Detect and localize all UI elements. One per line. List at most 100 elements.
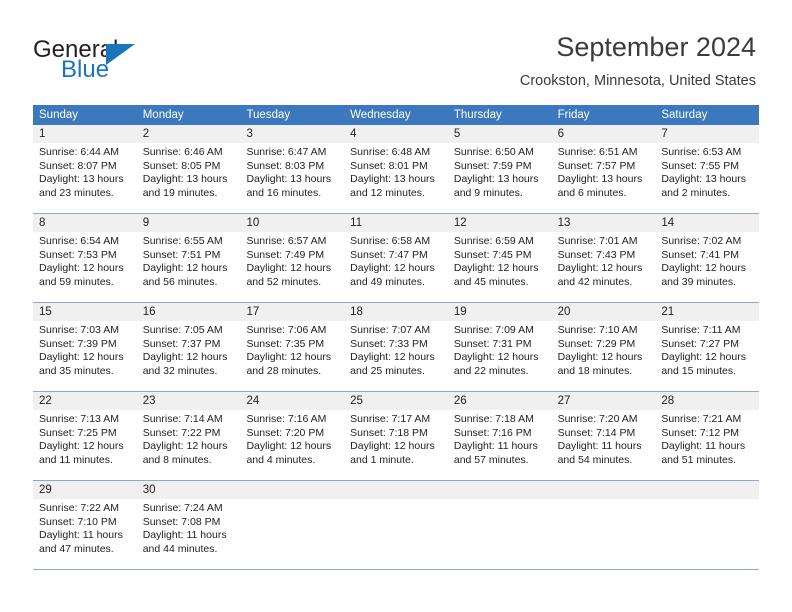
sunrise-text: Sunrise: 7:24 AM: [142, 502, 223, 514]
daylight-text-line1: Daylight: 13 hours: [453, 173, 539, 186]
daylight-text-line2: and 59 minutes.: [39, 275, 114, 288]
sunset-text: Sunset: 7:27 PM: [661, 337, 739, 350]
daylight-text-line2: and 2 minutes.: [661, 186, 731, 199]
day-number: 14: [661, 217, 675, 229]
daylight-text-line2: and 57 minutes.: [453, 453, 529, 466]
daylight-text-line1: Daylight: 12 hours: [350, 262, 435, 275]
sunrise-text: Sunrise: 6:51 AM: [557, 146, 638, 158]
sunset-text: Sunset: 7:16 PM: [453, 426, 532, 439]
day-cell: Sunrise: 7:01 AM Sunset: 7:43 PM Dayligh…: [552, 232, 656, 302]
daylight-text-line1: Daylight: 12 hours: [246, 440, 332, 453]
daylight-text-line1: Daylight: 13 hours: [350, 173, 435, 186]
weekday-header-row: Sunday Monday Tuesday Wednesday Thursday…: [33, 105, 759, 125]
sunrise-text: Sunrise: 6:57 AM: [246, 235, 327, 247]
day-cell: Sunrise: 7:14 AM Sunset: 7:22 PM Dayligh…: [137, 410, 241, 480]
day-number: 26: [453, 395, 467, 407]
daylight-text-line2: and 23 minutes.: [39, 186, 114, 199]
calendar-week-row: 15 16 17 18 19 20 21 Sunrise: 7:03 AM Su…: [33, 303, 759, 392]
sunset-text: Sunset: 7:49 PM: [246, 248, 325, 261]
daylight-text-line2: and 56 minutes.: [142, 275, 218, 288]
daylight-text-line1: Daylight: 12 hours: [453, 351, 539, 364]
day-number-empty: [240, 481, 344, 499]
day-cell: Sunrise: 6:51 AM Sunset: 7:57 PM Dayligh…: [552, 143, 656, 213]
logo-flag-icon: [106, 44, 135, 65]
day-number: 12: [453, 217, 467, 229]
daylight-text-line2: and 4 minutes.: [246, 453, 316, 466]
day-detail-band: Sunrise: 6:44 AM Sunset: 8:07 PM Dayligh…: [33, 143, 759, 213]
sunrise-text: Sunrise: 7:11 AM: [661, 324, 741, 336]
day-number: 19: [453, 306, 467, 318]
sunrise-text: Sunrise: 6:54 AM: [39, 235, 119, 247]
sunset-text: Sunset: 8:07 PM: [39, 159, 117, 172]
day-cell: Sunrise: 7:03 AM Sunset: 7:39 PM Dayligh…: [33, 321, 137, 391]
sunset-text: Sunset: 7:39 PM: [39, 337, 117, 350]
daylight-text-line2: and 32 minutes.: [142, 364, 218, 377]
day-number: 23: [142, 395, 156, 407]
calendar-week-row: 22 23 24 25 26 27 28 Sunrise: 7:13 AM Su…: [33, 392, 759, 481]
daylight-text-line2: and 8 minutes.: [142, 453, 212, 466]
daylight-text-line1: Daylight: 13 hours: [142, 173, 228, 186]
daylight-text-line2: and 39 minutes.: [661, 275, 737, 288]
daylight-text-line1: Daylight: 12 hours: [142, 262, 228, 275]
daylight-text-line1: Daylight: 12 hours: [142, 351, 228, 364]
sunset-text: Sunset: 7:14 PM: [557, 426, 636, 439]
day-number: 11: [350, 217, 363, 229]
day-number: 18: [350, 306, 363, 318]
sunset-text: Sunset: 8:05 PM: [142, 159, 221, 172]
day-number: 6: [557, 128, 564, 140]
day-number-band: 29 30: [33, 481, 759, 499]
sunrise-text: Sunrise: 6:47 AM: [246, 146, 327, 158]
day-number: 15: [39, 306, 52, 318]
daylight-text-line2: and 47 minutes.: [39, 542, 114, 555]
day-cell: Sunrise: 6:58 AM Sunset: 7:47 PM Dayligh…: [344, 232, 448, 302]
day-cell-empty: [552, 499, 656, 569]
title-block: September 2024 Crookston, Minnesota, Uni…: [520, 30, 756, 90]
daylight-text-line1: Daylight: 11 hours: [39, 529, 123, 542]
weekday-header-friday: Friday: [557, 109, 590, 121]
daylight-text-line2: and 6 minutes.: [557, 186, 627, 199]
day-number: 20: [557, 306, 571, 318]
day-cell: Sunrise: 6:44 AM Sunset: 8:07 PM Dayligh…: [33, 143, 137, 213]
calendar-week-row: 8 9 10 11 12 13 14 Sunrise: 6:54 AM Suns…: [33, 214, 759, 303]
day-cell: Sunrise: 7:10 AM Sunset: 7:29 PM Dayligh…: [552, 321, 656, 391]
day-cell: Sunrise: 6:46 AM Sunset: 8:05 PM Dayligh…: [137, 143, 241, 213]
calendar-week-row: 1 2 3 4 5 6 7 Sunrise: 6:44 AM Sunset: 8…: [33, 125, 759, 214]
day-cell: Sunrise: 7:13 AM Sunset: 7:25 PM Dayligh…: [33, 410, 137, 480]
sunrise-text: Sunrise: 7:20 AM: [557, 413, 638, 425]
day-cell: Sunrise: 7:09 AM Sunset: 7:31 PM Dayligh…: [448, 321, 552, 391]
daylight-text-line2: and 49 minutes.: [350, 275, 425, 288]
daylight-text-line1: Daylight: 13 hours: [557, 173, 643, 186]
day-number-band: 22 23 24 25 26 27 28: [33, 392, 759, 410]
sunset-text: Sunset: 7:59 PM: [453, 159, 532, 172]
daylight-text-line2: and 19 minutes.: [142, 186, 218, 199]
sunrise-text: Sunrise: 6:59 AM: [453, 235, 534, 247]
day-cell: Sunrise: 6:53 AM Sunset: 7:55 PM Dayligh…: [655, 143, 759, 213]
logo-text-blue: Blue: [61, 56, 110, 83]
day-number: 1: [39, 128, 46, 140]
daylight-text-line2: and 12 minutes.: [350, 186, 425, 199]
day-cell-empty: [655, 499, 759, 569]
daylight-text-line2: and 18 minutes.: [557, 364, 633, 377]
sunset-text: Sunset: 7:25 PM: [39, 426, 117, 439]
day-detail-band: Sunrise: 7:03 AM Sunset: 7:39 PM Dayligh…: [33, 321, 759, 391]
weekday-header-saturday: Saturday: [661, 109, 708, 121]
sunset-text: Sunset: 7:53 PM: [39, 248, 117, 261]
day-number: 27: [557, 395, 571, 407]
daylight-text-line1: Daylight: 11 hours: [661, 440, 746, 453]
general-blue-logo: General Blue: [33, 36, 223, 86]
sunset-text: Sunset: 7:43 PM: [557, 248, 636, 261]
daylight-text-line1: Daylight: 12 hours: [453, 262, 539, 275]
daylight-text-line1: Daylight: 12 hours: [661, 262, 746, 275]
day-detail-band: Sunrise: 7:13 AM Sunset: 7:25 PM Dayligh…: [33, 410, 759, 480]
sunrise-text: Sunrise: 6:46 AM: [142, 146, 223, 158]
day-number: 22: [39, 395, 52, 407]
page-title: September 2024: [556, 32, 756, 62]
day-cell: Sunrise: 7:07 AM Sunset: 7:33 PM Dayligh…: [344, 321, 448, 391]
day-number: 3: [246, 128, 253, 140]
daylight-text-line2: and 25 minutes.: [350, 364, 425, 377]
day-cell: Sunrise: 7:17 AM Sunset: 7:18 PM Dayligh…: [344, 410, 448, 480]
sunset-text: Sunset: 7:55 PM: [661, 159, 739, 172]
day-number: 30: [142, 484, 156, 496]
daylight-text-line2: and 44 minutes.: [142, 542, 218, 555]
day-cell: Sunrise: 7:20 AM Sunset: 7:14 PM Dayligh…: [552, 410, 656, 480]
